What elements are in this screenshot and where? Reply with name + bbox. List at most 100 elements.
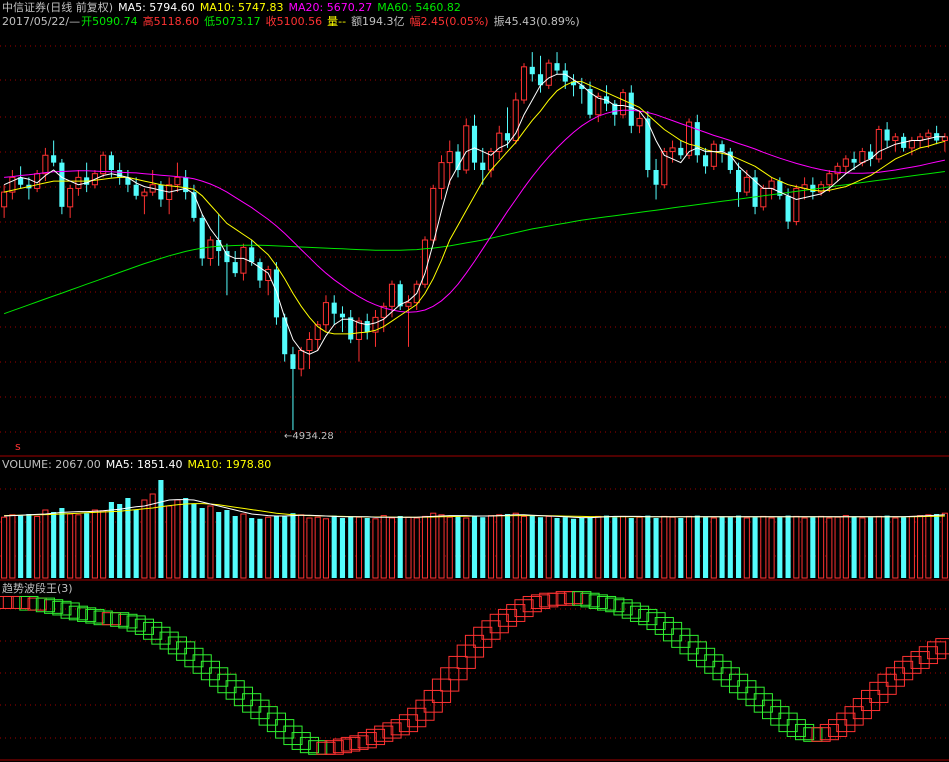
volume-bar-27: [224, 510, 230, 578]
volume-bar-76: [628, 518, 634, 578]
trend-box-94: [770, 706, 790, 726]
volume-bar-99: [818, 515, 825, 579]
trend-box-89: [728, 673, 749, 694]
candle-body-25: [207, 239, 214, 259]
volume-bar-54: [446, 516, 453, 579]
volume-bar-11: [91, 509, 98, 579]
trend-box-91: [745, 686, 765, 707]
trend-box-34: [275, 719, 295, 739]
trend-box-76: [621, 602, 641, 619]
volume-bar-13: [108, 502, 114, 578]
volume-bar-4: [34, 515, 41, 579]
trend-box-77: [629, 605, 650, 622]
candle-body-36: [298, 350, 305, 370]
volume-bar-24: [199, 508, 205, 578]
candle-body-84: [694, 122, 700, 156]
volume-bar-90: [743, 517, 750, 579]
volume-bar-59: [487, 515, 495, 579]
volume-bar-80: [661, 515, 668, 579]
candle-body-76: [628, 92, 634, 126]
volume-bar-18: [149, 493, 156, 579]
candle-body-106: [875, 128, 882, 160]
trend-box-106: [869, 681, 889, 703]
candle-body-93: [768, 180, 775, 189]
volume-bar-62: [512, 512, 519, 579]
candle-body-89: [736, 170, 742, 193]
candle-body-29: [240, 246, 247, 274]
candle-body-53: [438, 162, 445, 189]
candle-body-64: [529, 66, 535, 75]
trend-box-45: [365, 728, 386, 746]
trend-box-75: [613, 599, 633, 616]
trend-box-88: [720, 667, 740, 687]
candle-body-16: [133, 184, 139, 196]
volume-bar-83: [685, 515, 693, 579]
volume-bar-25: [207, 505, 214, 579]
volume-bar-44: [364, 518, 370, 578]
trend-box-105: [861, 689, 881, 712]
volume-bar-49: [405, 516, 412, 579]
volume-bar-110: [908, 515, 915, 579]
candle-body-100: [826, 173, 833, 186]
volume-bar-89: [736, 515, 742, 578]
trend-box-57: [464, 634, 485, 658]
volume-bar-26: [216, 512, 222, 578]
candle-body-79: [653, 170, 659, 185]
trend-box-2: [11, 595, 31, 609]
stock-chart: [0, 45, 949, 761]
candle-body-77: [636, 117, 643, 127]
volume-bar-20: [166, 505, 173, 579]
trend-box-39: [316, 741, 336, 755]
trend-box-58: [473, 626, 493, 648]
volume-bar-91: [752, 517, 758, 578]
candle-body-75: [619, 92, 627, 116]
trend-box-67: [547, 592, 567, 606]
candle-body-57: [471, 125, 478, 163]
volume-bar-60: [496, 514, 503, 579]
volume-bar-38: [314, 516, 321, 579]
trend-box-95: [778, 712, 798, 733]
candle-body-112: [925, 132, 932, 138]
trend-box-18: [143, 621, 163, 640]
volume-bar-61: [504, 514, 511, 578]
volume-bar-73: [603, 515, 610, 578]
volume-bar-94: [777, 517, 783, 578]
trend-box-51: [415, 699, 435, 721]
candle-body-96: [793, 187, 800, 223]
volume-bar-67: [554, 518, 560, 578]
candle-body-7: [59, 162, 65, 207]
trend-box-60: [489, 613, 509, 634]
volume-bar-104: [859, 517, 866, 579]
candle-body-102: [842, 158, 849, 167]
candle-body-44: [364, 321, 370, 333]
trend-box-37: [299, 736, 320, 754]
candle-body-33: [273, 269, 280, 318]
volume-bar-39: [322, 518, 330, 579]
trend-box-17: [134, 618, 154, 635]
candle-body-48: [397, 284, 403, 307]
volume-bar-53: [438, 514, 445, 579]
trend-box-61: [497, 608, 518, 627]
trend-box-93: [762, 699, 782, 720]
trend-box-16: [126, 615, 146, 632]
volume-bar-101: [834, 516, 841, 579]
volume-bar-65: [537, 517, 544, 578]
volume-bar-28: [232, 516, 238, 578]
candle-body-54: [446, 151, 453, 164]
volume-bar-58: [480, 517, 486, 578]
volume-bar-42: [348, 516, 354, 578]
candle-body-27: [224, 251, 230, 263]
candle-body-9: [75, 176, 82, 189]
trend-box-35: [283, 725, 303, 746]
volume-bar-97: [801, 517, 808, 579]
volume-bar-22: [183, 498, 189, 578]
volume-bar-63: [520, 515, 528, 579]
trend-box-92: [753, 693, 773, 713]
candle-body-114: [941, 136, 948, 142]
trend-box-101: [828, 719, 848, 737]
trend-box-90: [737, 680, 757, 700]
candle-body-108: [892, 136, 899, 142]
candle-body-58: [480, 162, 486, 170]
candle-body-39: [322, 302, 330, 326]
candle-body-104: [859, 151, 866, 164]
